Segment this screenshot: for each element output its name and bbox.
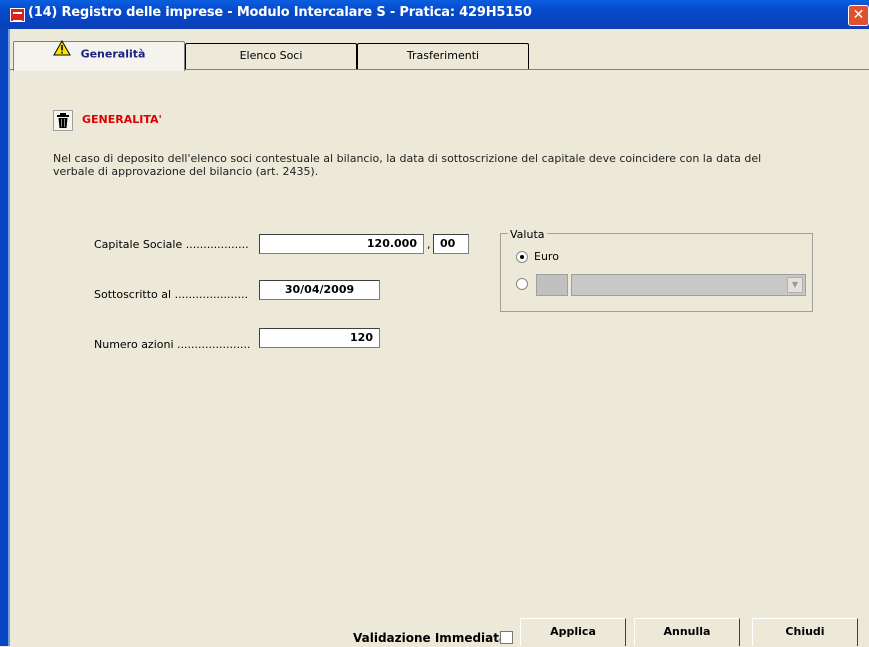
valuta-group	[500, 233, 813, 312]
radio-euro[interactable]	[516, 251, 528, 263]
capitale-sociale-label: Capitale Sociale ..................	[94, 238, 249, 251]
sottoscritto-date-field[interactable]: 30/04/2009	[259, 280, 380, 300]
radio-other-currency[interactable]	[516, 278, 528, 290]
tab-trasferimenti-label: Trasferimenti	[406, 49, 480, 62]
numero-azioni-field[interactable]: 120	[259, 328, 380, 348]
capitale-decimals-field[interactable]: 00	[433, 234, 469, 254]
section-title: GENERALITA'	[82, 113, 162, 126]
currency-select[interactable]: ▼	[571, 274, 806, 296]
close-button[interactable]: ✕	[848, 5, 869, 26]
tab-elenco-soci[interactable]: Elenco Soci	[185, 43, 357, 69]
applica-button-label: Applica	[550, 625, 596, 638]
warning-icon	[52, 39, 71, 65]
chiudi-button-label: Chiudi	[785, 625, 825, 638]
app-icon	[10, 8, 25, 22]
annulla-button[interactable]: Annulla	[634, 618, 740, 646]
delete-button[interactable]	[53, 110, 73, 131]
sottoscritto-label: Sottoscritto al .....................	[94, 288, 248, 301]
tab-trasferimenti[interactable]: Trasferimenti	[357, 43, 529, 69]
numero-azioni-label: Numero azioni .....................	[94, 338, 251, 351]
tab-generalita-label: Generalità	[80, 47, 146, 61]
title-bar: (14) Registro delle imprese - Modulo Int…	[0, 0, 869, 29]
tab-generalita[interactable]: Generalità	[13, 39, 185, 71]
currency-code-field[interactable]	[536, 274, 568, 296]
window-frame	[0, 29, 8, 646]
annulla-button-label: Annulla	[663, 625, 711, 638]
chiudi-button[interactable]: Chiudi	[752, 618, 858, 646]
radio-euro-label: Euro	[534, 250, 559, 263]
decimal-separator: ,	[427, 238, 431, 251]
info-note: Nel caso di deposito dell'elenco soci co…	[53, 152, 762, 178]
tab-elenco-soci-label: Elenco Soci	[239, 49, 303, 62]
capitale-sociale-field[interactable]: 120.000	[259, 234, 424, 254]
valuta-group-title: Valuta	[508, 228, 547, 241]
validazione-checkbox[interactable]	[500, 631, 513, 644]
applica-button[interactable]: Applica	[520, 618, 626, 646]
trash-icon	[57, 113, 69, 128]
chevron-down-icon[interactable]: ▼	[787, 277, 803, 293]
validazione-label: Validazione Immediata	[353, 631, 508, 645]
window-title: (14) Registro delle imprese - Modulo Int…	[28, 5, 532, 20]
